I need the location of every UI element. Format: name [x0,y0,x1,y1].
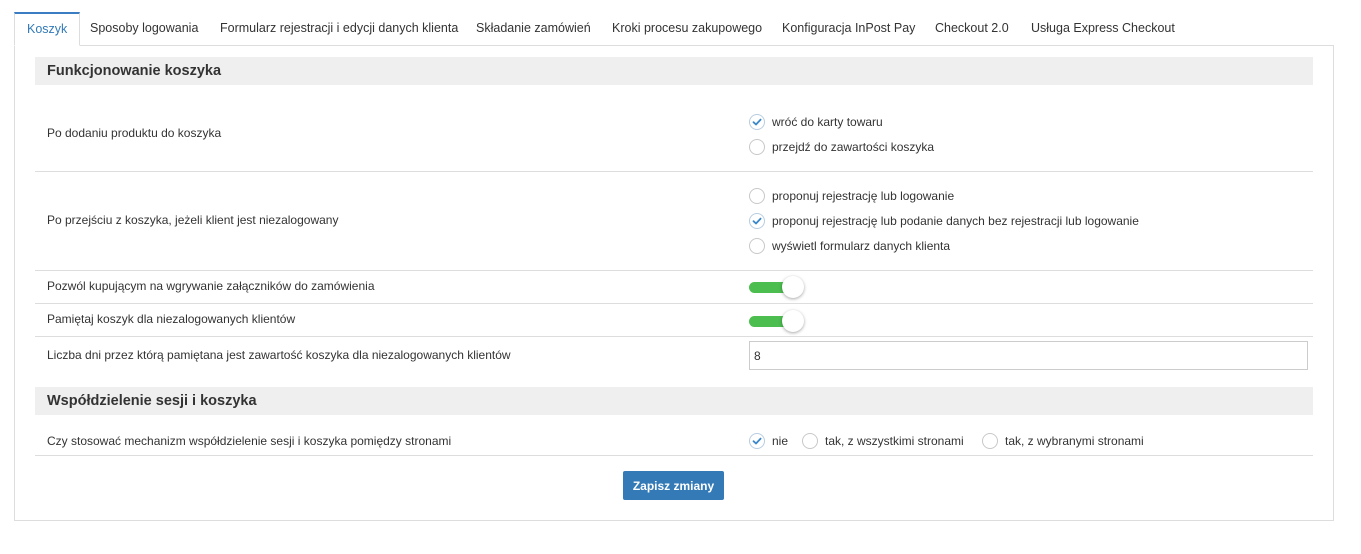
tab-checkout-2[interactable]: Checkout 2.0 [935,12,1009,46]
radio-sharing-all[interactable]: tak, z wszystkimi stronami [802,432,964,450]
divider [35,171,1313,172]
radio-label: tak, z wszystkimi stronami [825,434,964,448]
remember-days-label: Liczba dni przez którą pamiętana jest za… [47,348,511,362]
after-leave-label: Po przejściu z koszyka, jeżeli klient je… [47,213,339,227]
tab-skladanie-zamowien[interactable]: Składanie zamówień [476,12,591,46]
remember-cart-toggle[interactable] [749,310,805,332]
save-button[interactable]: Zapisz zmiany [623,471,724,500]
radio-label: tak, z wybranymi stronami [1005,434,1144,448]
attachments-toggle[interactable] [749,276,805,298]
radio-back-to-product[interactable]: wróć do karty towaru [749,113,883,131]
radio-unchecked-icon [982,433,998,449]
radio-sharing-no[interactable]: nie [749,432,788,450]
remember-days-input[interactable] [749,341,1308,370]
radio-checked-icon [749,114,765,130]
after-add-label: Po dodaniu produktu do koszyka [47,126,222,140]
remember-cart-label: Pamiętaj koszyk dla niezalogowanych klie… [47,312,296,326]
tab-koszyk[interactable]: Koszyk [14,12,81,46]
section-header-sharing: Współdzielenie sesji i koszyka [35,387,1313,415]
radio-register-or-guest[interactable]: proponuj rejestrację lub podanie danych … [749,212,1139,230]
radio-unchecked-icon [802,433,818,449]
radio-checked-icon [749,433,765,449]
radio-label: wyświetl formularz danych klienta [772,239,951,253]
tab-formularz-rejestracji[interactable]: Formularz rejestracji i edycji danych kl… [220,12,458,46]
toggle-knob [782,310,804,332]
sharing-label: Czy stosować mechanizm współdzielenie se… [47,434,452,448]
radio-label: wróć do karty towaru [772,115,883,129]
divider [35,336,1313,337]
radio-unchecked-icon [749,188,765,204]
tab-bar: Koszyk Sposoby logowania Formularz rejes… [14,12,1334,46]
attachments-label: Pozwól kupującym na wgrywanie załącznikó… [47,279,375,293]
radio-label: przejdź do zawartości koszyka [772,140,935,154]
radio-label: proponuj rejestrację lub logowanie [772,189,955,203]
radio-register-or-login[interactable]: proponuj rejestrację lub logowanie [749,187,954,205]
divider [35,303,1313,304]
section-header-cart: Funkcjonowanie koszyka [35,57,1313,85]
tab-sposoby-logowania[interactable]: Sposoby logowania [90,12,198,46]
tab-express-checkout[interactable]: Usługa Express Checkout [1031,12,1175,46]
radio-unchecked-icon [749,139,765,155]
radio-go-to-cart[interactable]: przejdź do zawartości koszyka [749,138,934,156]
radio-label: proponuj rejestrację lub podanie danych … [772,214,1139,228]
divider [35,455,1313,456]
tab-kroki-procesu[interactable]: Kroki procesu zakupowego [612,12,762,46]
divider [35,270,1313,271]
radio-sharing-selected[interactable]: tak, z wybranymi stronami [982,432,1144,450]
radio-show-customer-form[interactable]: wyświetl formularz danych klienta [749,237,950,255]
toggle-knob [782,276,804,298]
radio-unchecked-icon [749,238,765,254]
radio-label: nie [772,434,789,448]
tab-inpost-pay[interactable]: Konfiguracja InPost Pay [782,12,915,46]
radio-checked-icon [749,213,765,229]
